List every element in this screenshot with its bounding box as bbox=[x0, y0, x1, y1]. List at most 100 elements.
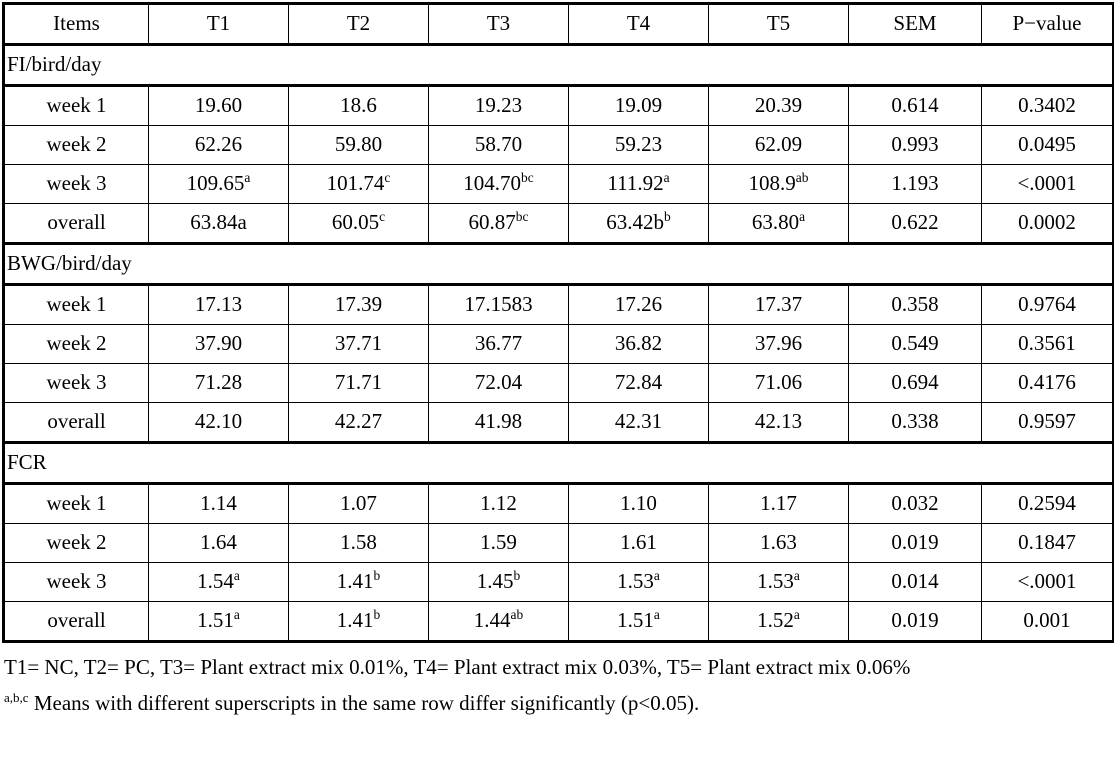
cell-value: 1.53 bbox=[757, 569, 794, 594]
row-label: week 3 bbox=[3, 363, 149, 403]
table-row: week 3 109.65a 101.74c 104.70bc 111.92a 108.9… bbox=[3, 164, 1114, 204]
cell-value: 0.032 bbox=[891, 491, 939, 516]
row-label: week 1 bbox=[3, 284, 149, 325]
cell-value: 1.64 bbox=[200, 530, 237, 555]
cell-value: 58.70 bbox=[474, 132, 523, 157]
column-header-t5: T5 bbox=[708, 3, 849, 46]
table-cell: 63.84a bbox=[148, 203, 289, 244]
cell-value: 0.014 bbox=[891, 569, 939, 594]
cell-value: 63.80 bbox=[751, 210, 800, 235]
cell-value: 101.74 bbox=[326, 171, 385, 196]
cell-superscript: a bbox=[653, 568, 660, 584]
table-cell: 0.993 bbox=[848, 125, 982, 165]
table-cell: 0.338 bbox=[848, 402, 982, 443]
section-title: FCR bbox=[3, 441, 1114, 485]
cell-value: 36.82 bbox=[614, 331, 663, 356]
table-cell: 1.41b bbox=[288, 562, 429, 602]
table-cell: 41.98 bbox=[428, 402, 569, 443]
table-cell: 1.53a bbox=[568, 562, 709, 602]
table-cell: 0.019 bbox=[848, 523, 982, 563]
table-cell: 42.10 bbox=[148, 402, 289, 443]
table-cell: 17.1583 bbox=[428, 284, 569, 325]
table-cell: 0.549 bbox=[848, 324, 982, 364]
cell-value: 0.2594 bbox=[1018, 491, 1076, 516]
table-cell: 42.31 bbox=[568, 402, 709, 443]
row-label: week 2 bbox=[3, 523, 149, 563]
table-row: overall 1.51a 1.41b 1.44ab 1.51a 1.52a 0.019 0.… bbox=[3, 601, 1114, 642]
row-label: week 1 bbox=[3, 483, 149, 524]
table-cell: 63.42bb bbox=[568, 203, 709, 244]
table-cell: 59.80 bbox=[288, 125, 429, 165]
cell-value: 63.42b bbox=[606, 210, 665, 235]
cell-value: 0.0002 bbox=[1018, 210, 1076, 235]
row-label: week 1 bbox=[3, 85, 149, 126]
cell-value: 1.63 bbox=[760, 530, 797, 555]
table-cell: 60.87bc bbox=[428, 203, 569, 244]
cell-superscript: bc bbox=[515, 209, 529, 225]
cell-value: 1.41 bbox=[336, 608, 374, 633]
table-cell: 0.1847 bbox=[981, 523, 1114, 563]
cell-value: 71.06 bbox=[754, 370, 803, 395]
table-cell: 17.37 bbox=[708, 284, 849, 325]
table-cell: 37.96 bbox=[708, 324, 849, 364]
cell-superscript: a bbox=[793, 568, 800, 584]
section-title: FI/bird/day bbox=[3, 43, 1114, 87]
cell-value: 1.52 bbox=[757, 608, 794, 633]
table-row: week 1 19.60 18.6 19.23 19.09 20.39 0.614 0.340… bbox=[3, 85, 1114, 126]
column-header-sem: SEM bbox=[848, 3, 982, 46]
table-cell: 0.622 bbox=[848, 203, 982, 244]
cell-value: 0.694 bbox=[891, 370, 939, 395]
cell-value: 62.09 bbox=[754, 132, 803, 157]
row-label: week 3 bbox=[3, 164, 149, 204]
table-cell: 0.694 bbox=[848, 363, 982, 403]
table-cell: 0.9597 bbox=[981, 402, 1114, 443]
cell-value: 1.51 bbox=[617, 608, 654, 633]
row-label: overall bbox=[3, 203, 149, 244]
cell-value: 42.31 bbox=[614, 409, 663, 434]
cell-value: 17.26 bbox=[614, 292, 663, 317]
cell-value: 0.4176 bbox=[1018, 370, 1076, 395]
cell-value: 17.1583 bbox=[464, 292, 533, 317]
table-row: overall 63.84a 60.05c 60.87bc 63.42bb 63.80a 0… bbox=[3, 203, 1114, 244]
cell-superscript: a bbox=[233, 607, 240, 623]
table-cell: 0.614 bbox=[848, 85, 982, 126]
table-cell: 71.71 bbox=[288, 363, 429, 403]
table-cell: <.0001 bbox=[981, 562, 1114, 602]
cell-value: 1.07 bbox=[340, 491, 377, 516]
cell-value: 0.3561 bbox=[1018, 331, 1076, 356]
footnote-statistics-text: Means with different superscripts in the… bbox=[33, 690, 700, 715]
cell-value: 17.39 bbox=[334, 292, 383, 317]
cell-value: 63.84a bbox=[190, 210, 247, 235]
table-cell: 19.09 bbox=[568, 85, 709, 126]
section-header-row: BWG/bird/day bbox=[3, 242, 1114, 286]
cell-value: 111.92 bbox=[607, 171, 664, 196]
table-cell: 0.0002 bbox=[981, 203, 1114, 244]
table-cell: 18.6 bbox=[288, 85, 429, 126]
table-cell: 1.53a bbox=[708, 562, 849, 602]
table-cell: 17.26 bbox=[568, 284, 709, 325]
footnote-treatments: T1= NC, T2= PC, T3= Plant extract mix 0.… bbox=[4, 655, 911, 679]
cell-value: 59.80 bbox=[334, 132, 383, 157]
column-header-pvalue: P−value bbox=[981, 3, 1114, 46]
table-cell: 0.4176 bbox=[981, 363, 1114, 403]
table-cell: 60.05c bbox=[288, 203, 429, 244]
section-header-row: FCR bbox=[3, 441, 1114, 485]
column-header-t3: T3 bbox=[428, 3, 569, 46]
cell-value: 17.37 bbox=[754, 292, 803, 317]
table-body: FI/bird/day week 1 19.60 18.6 19.23 19.09 20.3… bbox=[3, 43, 1114, 642]
cell-value: 1.45 bbox=[476, 569, 514, 594]
table-cell: 42.27 bbox=[288, 402, 429, 443]
footnotes: T1= NC, T2= PC, T3= Plant extract mix 0.… bbox=[4, 653, 1112, 719]
cell-value: 20.39 bbox=[754, 93, 803, 118]
cell-value: 0.9597 bbox=[1018, 409, 1076, 434]
cell-value: 1.193 bbox=[891, 171, 939, 196]
table-cell: 1.14 bbox=[148, 483, 289, 524]
footnote-superscript-letters: a,b,c bbox=[4, 689, 29, 705]
table-cell: 1.51a bbox=[148, 601, 289, 642]
table-cell: 42.13 bbox=[708, 402, 849, 443]
table-cell: 63.80a bbox=[708, 203, 849, 244]
table-cell: 0.3402 bbox=[981, 85, 1114, 126]
cell-value: 0.3402 bbox=[1018, 93, 1076, 118]
cell-value: 0.358 bbox=[891, 292, 939, 317]
table-cell: 37.90 bbox=[148, 324, 289, 364]
